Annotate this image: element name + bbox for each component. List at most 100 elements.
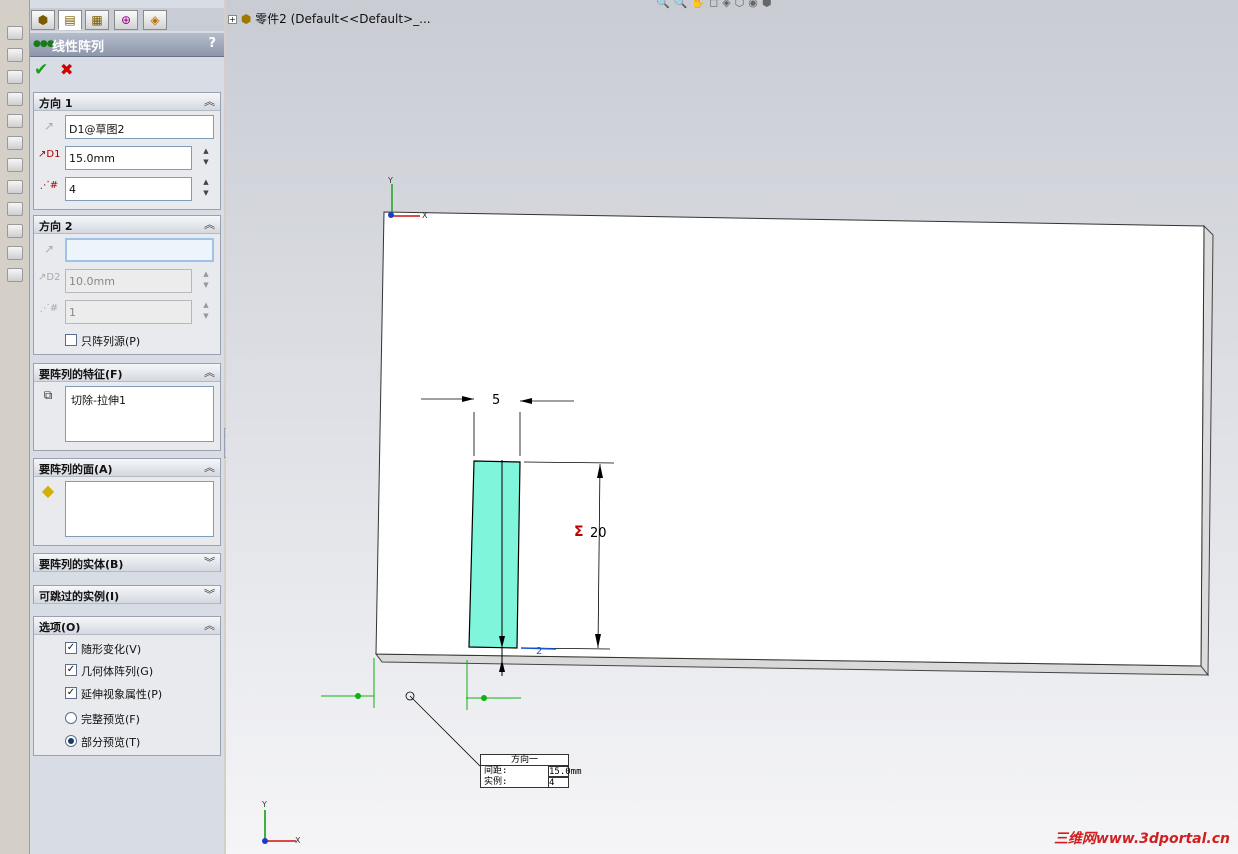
- graphics-viewport[interactable]: 🔍🔍✋◻◈⬡◉⬢ + ⬢ 零件2 (Default<<Default>_... …: [226, 0, 1238, 854]
- configuration-manager-icon[interactable]: ▦: [85, 10, 109, 30]
- property-manager-icon[interactable]: ▤: [58, 10, 82, 30]
- direction-callout[interactable]: 方向一 间距: 15.0mm 实例: 4: [480, 754, 582, 788]
- features-header[interactable]: 要阵列的特征(F) ︽: [34, 364, 220, 382]
- tool-icon[interactable]: [7, 136, 23, 150]
- options-title: 选项(O): [39, 621, 81, 634]
- tool-icon[interactable]: [7, 180, 23, 194]
- options-group: 选项(O) ︽ ✓ 随形变化(V) ✓ 几何体阵列(G) ✓ 延伸视象属性(P)…: [33, 616, 221, 756]
- skip-group: 可跳过的实例(I) ︾: [33, 585, 221, 604]
- close-icon[interactable]: ✖: [60, 60, 73, 79]
- triad-y-label: Y: [262, 800, 267, 809]
- help-button[interactable]: ?: [208, 36, 216, 51]
- callout-instances-row: 实例: 4: [484, 777, 569, 788]
- tool-icon[interactable]: [7, 92, 23, 106]
- feature-manager-icon[interactable]: ⬢: [31, 10, 55, 30]
- tool-icon[interactable]: [7, 158, 23, 172]
- vary-sketch-checkbox[interactable]: ✓: [65, 642, 77, 654]
- spacing-d2-icon: ↗D2: [38, 272, 61, 283]
- instances-icon: ⋰#: [39, 303, 59, 314]
- geometry-pattern-checkbox[interactable]: ✓: [65, 664, 77, 676]
- tool-icon[interactable]: [7, 114, 23, 128]
- tool-icon[interactable]: [7, 246, 23, 260]
- cut-extrude-feature: [468, 460, 521, 649]
- instances-stepper[interactable]: ▲ ▼: [200, 300, 212, 324]
- faces-title: 要阵列的面(A): [39, 463, 113, 476]
- full-preview-label: 完整预览(F): [81, 713, 140, 726]
- collapse-icon[interactable]: ︽: [204, 364, 215, 380]
- direction2-edge-field[interactable]: [65, 238, 214, 262]
- callout-spacing-row: 间距: 15.0mm: [484, 766, 582, 777]
- height-dimension[interactable]: 20: [590, 526, 607, 541]
- faces-header[interactable]: 要阵列的面(A) ︽: [34, 459, 220, 477]
- collapse-icon[interactable]: ︽: [204, 617, 215, 633]
- face-cube-icon: ◆: [41, 481, 55, 500]
- direction-arrow-icon: ↗: [43, 119, 55, 133]
- collapse-icon[interactable]: ︽: [204, 93, 215, 109]
- direction2-group: 方向 2 ︽ ↗ ↗D2 10.0mm ▲ ▼ ⋰# 1 ▲ ▼ 只阵列源(P): [33, 215, 221, 355]
- spacing-stepper[interactable]: ▲ ▼: [200, 146, 212, 170]
- direction-arrow-icon: ↗: [43, 242, 55, 256]
- propagate-visual-checkbox[interactable]: ✓: [65, 687, 77, 699]
- expand-icon[interactable]: ︾: [204, 554, 215, 570]
- callout-leader: [409, 695, 483, 769]
- features-title: 要阵列的特征(F): [39, 368, 123, 381]
- spacing-d1-icon: ↗D1: [38, 149, 61, 160]
- instances-stepper[interactable]: ▲ ▼: [200, 177, 212, 201]
- tool-icon[interactable]: [7, 202, 23, 216]
- vary-sketch-label: 随形变化(V): [81, 643, 142, 656]
- display-manager-icon[interactable]: ◈: [143, 10, 167, 30]
- sketch-relation-label: 2: [536, 646, 542, 657]
- skip-title: 可跳过的实例(I): [39, 590, 120, 603]
- watermark: 三维网www.3dportal.cn: [1053, 831, 1230, 847]
- features-list[interactable]: 切除-拉伸1: [65, 386, 214, 442]
- features-group: 要阵列的特征(F) ︽ ⧉ 切除-拉伸1: [33, 363, 221, 451]
- tool-icon[interactable]: [7, 224, 23, 238]
- options-header[interactable]: 选项(O) ︽: [34, 617, 220, 635]
- callout-spacing-value[interactable]: 15.0mm: [548, 766, 582, 777]
- callout-instances-label: 实例:: [484, 777, 508, 787]
- faces-group: 要阵列的面(A) ︽ ◆: [33, 458, 221, 546]
- part-model[interactable]: 2: [226, 0, 1238, 854]
- direction1-instances-input[interactable]: 4: [65, 177, 192, 201]
- seed-only-label: 只阵列源(P): [81, 335, 141, 348]
- faces-list[interactable]: [65, 481, 214, 537]
- propagate-visual-label: 延伸视象属性(P): [81, 688, 163, 701]
- collapse-icon[interactable]: ︽: [204, 459, 215, 475]
- direction1-header[interactable]: 方向 1 ︽: [34, 93, 220, 111]
- panel-title: 线性阵列: [52, 40, 105, 55]
- reference-point: [355, 693, 361, 699]
- callout-instances-value[interactable]: 4: [548, 777, 569, 788]
- width-dimension[interactable]: 5: [492, 393, 500, 408]
- property-manager: ⬢ ▤ ▦ ⊕ ◈ ●●● 线性阵列 ? ✔ ✖ 方向 1 ︽ ↗ D1@草图2…: [30, 0, 224, 854]
- tool-icon[interactable]: [7, 26, 23, 40]
- origin-x-label: X: [422, 211, 428, 220]
- spacing-stepper[interactable]: ▲ ▼: [200, 269, 212, 293]
- tool-icon[interactable]: [7, 268, 23, 282]
- dimxpert-icon[interactable]: ⊕: [114, 10, 138, 30]
- partial-preview-radio[interactable]: [65, 735, 77, 747]
- direction2-spacing-input[interactable]: 10.0mm: [65, 269, 192, 293]
- seed-only-checkbox[interactable]: [65, 334, 77, 346]
- triad-x-label: X: [295, 836, 301, 845]
- bodies-title: 要阵列的实体(B): [39, 558, 124, 571]
- check-icon[interactable]: ✔: [34, 60, 48, 80]
- skip-header[interactable]: 可跳过的实例(I) ︾: [34, 586, 220, 604]
- collapse-icon[interactable]: ︽: [204, 216, 215, 232]
- bodies-header[interactable]: 要阵列的实体(B) ︾: [34, 554, 220, 572]
- direction1-spacing-input[interactable]: 15.0mm: [65, 146, 192, 170]
- instances-icon: ⋰#: [39, 180, 59, 191]
- direction1-edge-field[interactable]: D1@草图2: [65, 115, 214, 139]
- expand-icon[interactable]: ︾: [204, 586, 215, 602]
- triad-origin: [262, 838, 268, 844]
- driven-dimension-icon: Σ: [574, 524, 584, 540]
- direction2-title: 方向 2: [39, 220, 73, 233]
- bodies-group: 要阵列的实体(B) ︾: [33, 553, 221, 572]
- direction1-group: 方向 1 ︽ ↗ D1@草图2 ↗D1 15.0mm ▲ ▼ ⋰# 4 ▲ ▼: [33, 92, 221, 210]
- list-item[interactable]: 切除-拉伸1: [71, 394, 126, 407]
- tool-icon[interactable]: [7, 48, 23, 62]
- tool-icon[interactable]: [7, 70, 23, 84]
- full-preview-radio[interactable]: [65, 712, 77, 724]
- direction2-header[interactable]: 方向 2 ︽: [34, 216, 220, 234]
- geometry-pattern-label: 几何体阵列(G): [81, 665, 154, 678]
- direction2-instances-input[interactable]: 1: [65, 300, 192, 324]
